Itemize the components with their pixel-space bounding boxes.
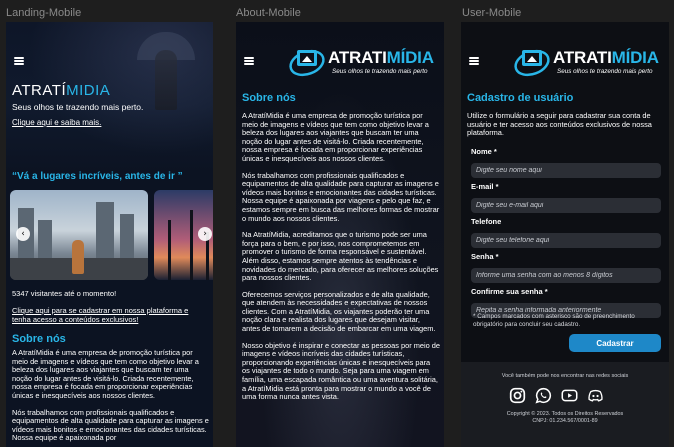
logo-wordmark: ATRATIMÍDIA (553, 48, 659, 68)
email-label: E-mail * (471, 182, 499, 191)
email-field-group: E-mail * (471, 182, 661, 213)
about-title: Sobre nós (12, 333, 66, 345)
menu-icon[interactable] (469, 57, 479, 65)
logo-camera-icon (289, 49, 325, 77)
about-paragraph: Nós trabalhamos com profissionais qualif… (242, 170, 440, 223)
discord-icon[interactable] (587, 387, 604, 404)
about-text: A AtratíMidia é uma empresa de promoção … (12, 348, 210, 447)
image-carousel: ‹ › (10, 190, 213, 280)
password-label: Senha * (471, 252, 499, 261)
carousel-next-button[interactable]: › (198, 227, 212, 241)
brand-title: ATRATÍMIDIA (12, 82, 110, 99)
traveler-figure (72, 240, 84, 274)
menu-icon[interactable] (244, 57, 254, 65)
quote-heading: “Vá a lugares incríveis, antes de ir ” (12, 171, 183, 182)
social-note: Você também pode nos encontrar nas redes… (501, 373, 629, 379)
phone-field-group: Telefone (471, 217, 661, 248)
frame-label-landing: Landing-Mobile (6, 7, 82, 19)
name-label: Nome * (471, 147, 497, 156)
logo-slogan: Seus olhos te trazendo mais perto (557, 68, 653, 75)
required-note: * Campos marcados com asterisco são de p… (473, 313, 635, 328)
signup-link[interactable]: Clique aqui para se cadastrar em nossa p… (12, 306, 207, 324)
about-paragraph: A AtratíMidia é uma empresa de promoção … (242, 111, 429, 163)
instagram-icon[interactable] (509, 387, 526, 404)
about-title: Sobre nós (242, 92, 296, 104)
carousel-slide-city (10, 190, 148, 280)
copyright: Copyright © 2023. Todos os Direitos Rese… (461, 411, 669, 424)
brand-logo[interactable]: ATRATIMÍDIA Seus olhos te trazendo mais … (288, 44, 438, 80)
about-paragraph: Oferecemos serviços personalizados e de … (242, 289, 436, 334)
logo-accent: MÍDIA (611, 48, 659, 67)
social-links (509, 387, 604, 404)
register-button[interactable]: Cadastrar (569, 334, 661, 352)
about-paragraph: Nós trabalhamos com profissionais qualif… (12, 407, 209, 443)
footer: Você também pode nos encontrar nas redes… (461, 362, 669, 447)
register-intro: Utilize o formulário a seguir para cadas… (467, 111, 652, 138)
phone-input[interactable] (471, 233, 661, 248)
logo-prefix: ATRATI (553, 48, 612, 67)
carousel-prev-button[interactable]: ‹ (16, 227, 30, 241)
logo-accent: MÍDIA (386, 48, 434, 67)
frame-label-user: User-Mobile (462, 7, 522, 19)
hero-person-shape (155, 50, 177, 110)
frame-label-about: About-Mobile (236, 7, 301, 19)
brand-accent: MIDIA (66, 82, 111, 99)
menu-icon[interactable] (14, 57, 24, 65)
cnpj-text: CNPJ: 01.234.567/0001-89 (532, 417, 598, 424)
about-paragraph: Na AtratíMidia, acreditamos que o turism… (242, 230, 439, 283)
user-frame: ATRATIMÍDIA Seus olhos te trazendo mais … (461, 22, 669, 447)
name-field-group: Nome * (471, 147, 661, 178)
logo-wordmark: ATRATIMÍDIA (328, 48, 434, 68)
youtube-icon[interactable] (561, 387, 578, 404)
name-input[interactable] (471, 163, 661, 178)
about-paragraph: A AtratíMidia é uma empresa de promoção … (12, 348, 199, 400)
about-frame: ATRATIMÍDIA Seus olhos te trazendo mais … (236, 22, 444, 447)
hero-tagline: Seus olhos te trazendo mais perto. (12, 102, 144, 112)
logo-slogan: Seus olhos te trazendo mais perto (332, 68, 428, 75)
brand-logo[interactable]: ATRATIMÍDIA Seus olhos te trazendo mais … (513, 44, 663, 80)
learn-more-link[interactable]: Clique aqui e saiba mais. (12, 118, 101, 127)
password-input[interactable] (471, 268, 661, 283)
visitor-counter: 5347 visitantes até o momento! (12, 289, 117, 298)
email-input[interactable] (471, 198, 661, 213)
register-form: Nome * E-mail * Telefone Senha * Confirm… (471, 147, 661, 322)
brand-prefix: ATRATÍ (12, 82, 67, 99)
phone-label: Telefone (471, 217, 502, 226)
logo-camera-icon (514, 49, 550, 77)
logo-prefix: ATRATI (328, 48, 387, 67)
password-field-group: Senha * (471, 252, 661, 283)
about-paragraph: Nosso objetivo é inspirar e conectar as … (242, 340, 441, 402)
about-text: A AtratíMidia é uma empresa de promoção … (242, 111, 441, 410)
confirm-password-label: Confirme sua senha * (471, 287, 548, 296)
whatsapp-icon[interactable] (535, 387, 552, 404)
landing-frame: ATRATÍMIDIA Seus olhos te trazendo mais … (6, 22, 213, 447)
register-title: Cadastro de usuário (467, 92, 574, 104)
